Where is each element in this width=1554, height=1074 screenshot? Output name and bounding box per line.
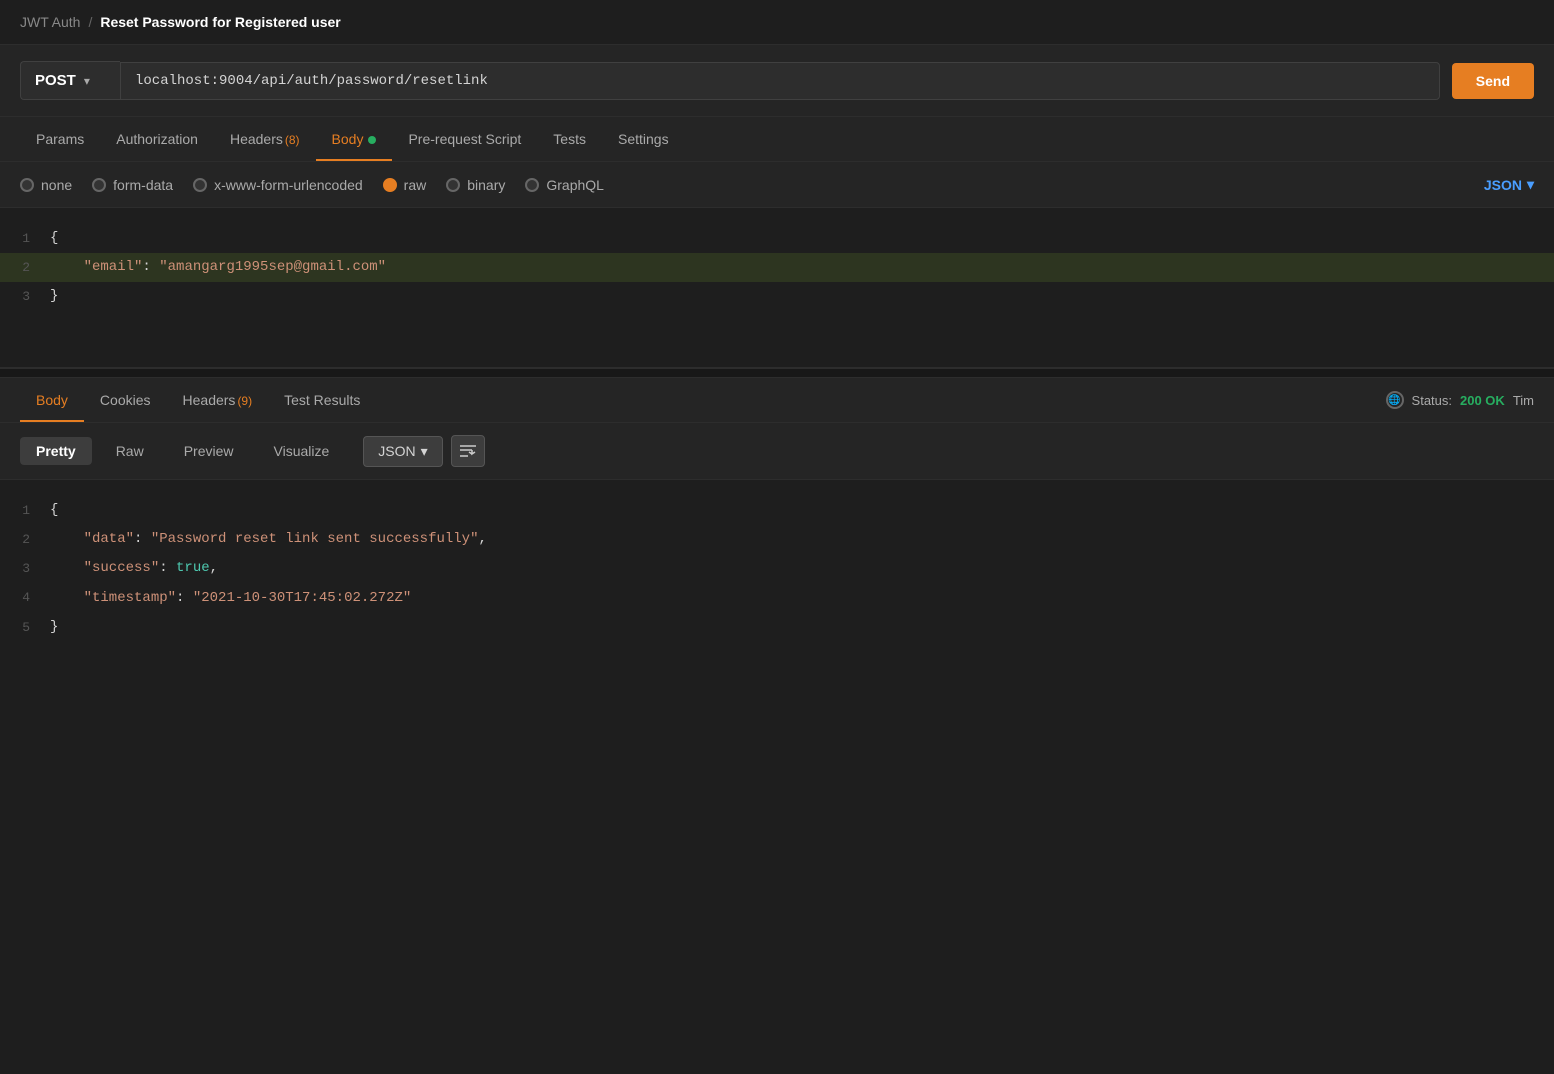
url-input[interactable] bbox=[120, 62, 1440, 100]
response-tab-headers[interactable]: Headers(9) bbox=[167, 378, 269, 422]
response-body-editor: 1 { 2 "data": "Password reset link sent … bbox=[0, 480, 1554, 700]
radio-urlencoded bbox=[193, 178, 207, 192]
req-line-1: 1 { bbox=[0, 224, 1554, 253]
response-section: Body Cookies Headers(9) Test Results 🌐 S… bbox=[0, 378, 1554, 700]
response-format-row: Pretty Raw Preview Visualize JSON ▾ bbox=[0, 423, 1554, 480]
body-type-urlencoded[interactable]: x-www-form-urlencoded bbox=[193, 177, 363, 193]
json-dropdown-chevron: ▾ bbox=[421, 443, 428, 460]
format-visualize[interactable]: Visualize bbox=[258, 437, 346, 465]
response-tab-body[interactable]: Body bbox=[20, 378, 84, 422]
format-preview[interactable]: Preview bbox=[168, 437, 250, 465]
globe-icon: 🌐 bbox=[1386, 391, 1404, 409]
radio-none bbox=[20, 178, 34, 192]
url-bar-section: POST ▾ Send bbox=[0, 45, 1554, 117]
body-type-row: none form-data x-www-form-urlencoded raw… bbox=[0, 162, 1554, 208]
response-status: 🌐 Status: 200 OK Tim bbox=[1386, 379, 1534, 421]
tab-params[interactable]: Params bbox=[20, 117, 100, 161]
response-tab-cookies[interactable]: Cookies bbox=[84, 378, 167, 422]
tab-body[interactable]: Body bbox=[316, 117, 393, 161]
request-body-editor[interactable]: 1 { 2 "email": "amangarg1995sep@gmail.co… bbox=[0, 208, 1554, 368]
req-line-2: 2 "email": "amangarg1995sep@gmail.com" bbox=[0, 253, 1554, 282]
send-button[interactable]: Send bbox=[1452, 63, 1534, 99]
radio-graphql bbox=[525, 178, 539, 192]
wrap-lines-button[interactable] bbox=[451, 435, 485, 467]
headers-badge: (8) bbox=[285, 133, 300, 147]
response-headers-badge: (9) bbox=[237, 394, 252, 408]
tab-settings[interactable]: Settings bbox=[602, 117, 685, 161]
breadcrumb-parent[interactable]: JWT Auth bbox=[20, 14, 80, 30]
method-label: POST bbox=[35, 72, 76, 89]
res-line-3: 3 "success": true, bbox=[0, 554, 1554, 583]
body-type-form-data[interactable]: form-data bbox=[92, 177, 173, 193]
req-line-3: 3 } bbox=[0, 282, 1554, 311]
res-line-2: 2 "data": "Password reset link sent succ… bbox=[0, 525, 1554, 554]
format-raw[interactable]: Raw bbox=[100, 437, 160, 465]
tab-tests[interactable]: Tests bbox=[537, 117, 602, 161]
response-json-dropdown[interactable]: JSON ▾ bbox=[363, 436, 442, 467]
response-tabs: Body Cookies Headers(9) Test Results 🌐 S… bbox=[0, 378, 1554, 423]
body-type-none[interactable]: none bbox=[20, 177, 72, 193]
radio-raw bbox=[383, 178, 397, 192]
json-type-dropdown[interactable]: JSON ▾ bbox=[1484, 176, 1534, 193]
radio-binary bbox=[446, 178, 460, 192]
body-type-binary[interactable]: binary bbox=[446, 177, 505, 193]
request-tabs: Params Authorization Headers(8) Body Pre… bbox=[0, 117, 1554, 162]
res-line-5: 5 } bbox=[0, 613, 1554, 642]
breadcrumb-current: Reset Password for Registered user bbox=[100, 14, 340, 30]
res-line-4: 4 "timestamp": "2021-10-30T17:45:02.272Z… bbox=[0, 584, 1554, 613]
tab-headers[interactable]: Headers(8) bbox=[214, 117, 316, 161]
breadcrumb: JWT Auth / Reset Password for Registered… bbox=[0, 0, 1554, 45]
method-chevron-icon: ▾ bbox=[84, 74, 90, 88]
body-type-graphql[interactable]: GraphQL bbox=[525, 177, 604, 193]
json-chevron-icon: ▾ bbox=[1527, 176, 1534, 193]
status-ok: 200 OK bbox=[1460, 393, 1505, 408]
res-line-1: 1 { bbox=[0, 496, 1554, 525]
method-selector[interactable]: POST ▾ bbox=[20, 61, 120, 100]
format-pretty[interactable]: Pretty bbox=[20, 437, 92, 465]
tab-pre-request[interactable]: Pre-request Script bbox=[392, 117, 537, 161]
body-type-raw[interactable]: raw bbox=[383, 177, 427, 193]
body-dot bbox=[368, 136, 376, 144]
radio-form-data bbox=[92, 178, 106, 192]
response-tab-test-results[interactable]: Test Results bbox=[268, 378, 376, 422]
section-divider bbox=[0, 368, 1554, 378]
breadcrumb-separator: / bbox=[88, 14, 92, 30]
tab-authorization[interactable]: Authorization bbox=[100, 117, 214, 161]
